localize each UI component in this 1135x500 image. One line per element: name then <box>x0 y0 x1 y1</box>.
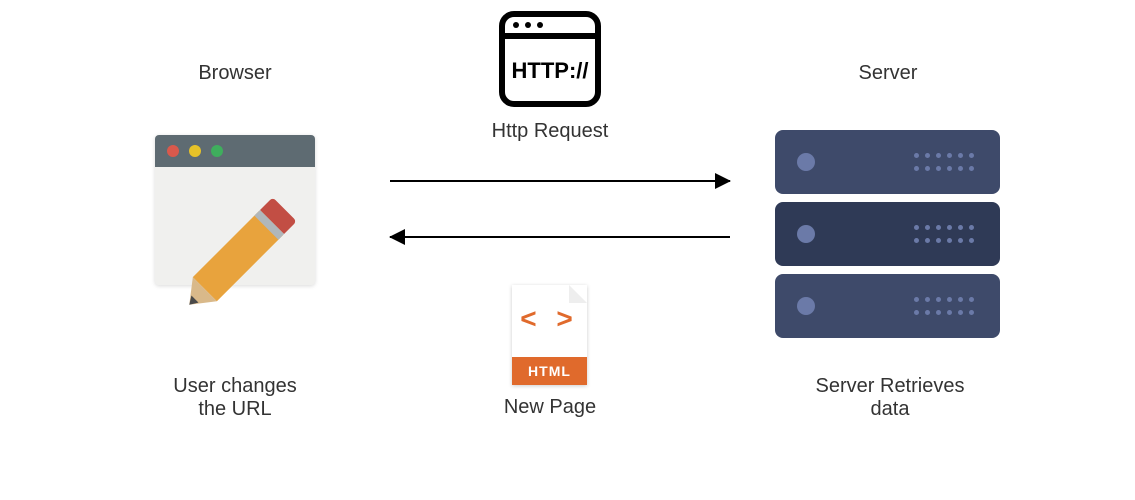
server-light-icon <box>797 153 815 171</box>
request-arrow-icon <box>390 180 730 182</box>
browser-caption-line1: User changes <box>173 375 296 397</box>
http-icon: HTTP:// <box>490 8 610 113</box>
server-caption: Server Retrieves data <box>805 375 975 421</box>
server-vents-icon <box>914 297 974 315</box>
browser-titlebar <box>155 135 315 167</box>
server-light-icon <box>797 225 815 243</box>
server-unit <box>775 130 1000 194</box>
html-file-icon: < > HTML <box>512 285 587 385</box>
server-caption-line1: Server Retrieves <box>816 375 965 397</box>
browser-title: Browser <box>175 62 295 85</box>
traffic-light-max-icon <box>211 145 223 157</box>
server-unit <box>775 202 1000 266</box>
html-band-text: HTML <box>512 357 587 385</box>
response-arrow-icon <box>390 236 730 238</box>
http-text: HTTP:// <box>512 58 589 83</box>
browser-caption-line2: the URL <box>198 398 271 420</box>
http-request-label: Http Request <box>490 120 610 143</box>
server-vents-icon <box>914 153 974 171</box>
html-code-symbols: < > <box>512 303 587 335</box>
new-page-label: New Page <box>490 396 610 419</box>
browser-caption: User changes the URL <box>155 375 315 421</box>
server-title: Server <box>828 62 948 85</box>
traffic-light-min-icon <box>189 145 201 157</box>
server-stack-icon <box>775 130 1000 346</box>
server-unit <box>775 274 1000 338</box>
server-caption-line2: data <box>871 398 910 420</box>
traffic-light-close-icon <box>167 145 179 157</box>
server-light-icon <box>797 297 815 315</box>
server-vents-icon <box>914 225 974 243</box>
